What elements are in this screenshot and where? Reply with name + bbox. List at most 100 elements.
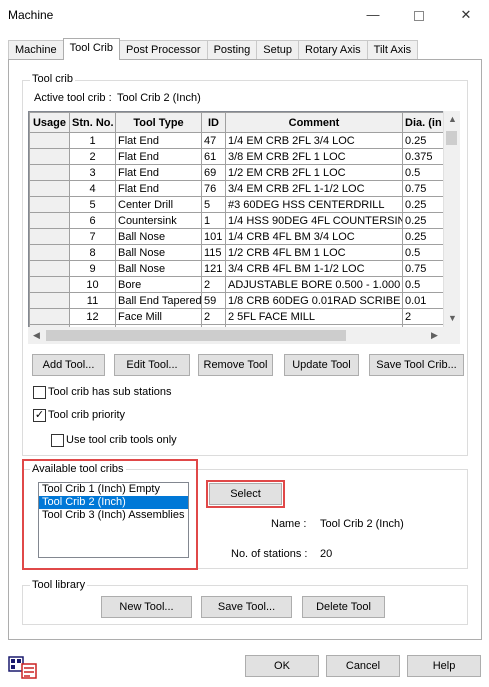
cell-usage[interactable] bbox=[29, 276, 70, 293]
table-row[interactable]: 11 Ball End Tapered 59 1/8 CRB 60DEG 0.01RA… bbox=[29, 292, 459, 309]
cell-comment[interactable]: 1/4 EM CRB 2FL 3/4 LOC bbox=[225, 132, 403, 149]
new-tool-button[interactable]: New Tool... bbox=[101, 596, 192, 618]
cell-id[interactable]: 61 bbox=[201, 148, 226, 165]
table-row[interactable]: 4 Flat End 76 3/4 EM CRB 2FL 1-1/2 LOC 0.75 bbox=[29, 180, 459, 197]
column-header-station[interactable]: Stn. No. bbox=[69, 112, 116, 133]
cell-id[interactable]: 115 bbox=[201, 244, 226, 261]
cell-id[interactable]: 59 bbox=[201, 292, 226, 309]
cell-comment[interactable]: 1/2 CRB 4FL BM 1 LOC bbox=[225, 244, 403, 261]
edit-tool-button[interactable]: Edit Tool... bbox=[114, 354, 190, 376]
cell-station[interactable]: 7 bbox=[69, 228, 116, 245]
close-icon[interactable]: ✕ bbox=[451, 4, 481, 26]
scroll-down-icon[interactable]: ▼ bbox=[444, 310, 461, 327]
tab-post-processor[interactable]: Post Processor bbox=[118, 40, 208, 60]
cell-comment[interactable]: 3/8 EM CRB 2FL 1 LOC bbox=[225, 148, 403, 165]
save-tool-button[interactable]: Save Tool... bbox=[201, 596, 292, 618]
tab-rotary-axis[interactable]: Rotary Axis bbox=[298, 40, 368, 60]
cell-id[interactable]: 1 bbox=[201, 212, 226, 229]
table-row[interactable]: 9 Ball Nose 121 3/4 CRB 4FL BM 1-1/2 LOC 0.7… bbox=[29, 260, 459, 277]
column-header-comment[interactable]: Comment bbox=[225, 112, 403, 133]
cell-station[interactable]: 9 bbox=[69, 260, 116, 277]
tool-grid[interactable]: Usage Stn. No. Tool Type ID Comment Dia.… bbox=[28, 111, 460, 343]
cell-comment[interactable]: 1/4 CRB 4FL BM 3/4 LOC bbox=[225, 228, 403, 245]
cell-station[interactable]: 2 bbox=[69, 148, 116, 165]
cell-usage[interactable] bbox=[29, 260, 70, 277]
use-crib-tools-only-checkbox[interactable] bbox=[51, 434, 64, 447]
cell-station[interactable]: 8 bbox=[69, 244, 116, 261]
cell-id[interactable]: 76 bbox=[201, 180, 226, 197]
cancel-button[interactable]: Cancel bbox=[326, 655, 400, 677]
tab-tool-crib[interactable]: Tool Crib bbox=[62, 38, 120, 60]
table-row[interactable]: 5 Center Drill 5 #3 60DEG HSS CENTERDRILL 0.… bbox=[29, 196, 459, 213]
cell-id[interactable]: 2 bbox=[201, 276, 226, 293]
cell-tool-type[interactable]: Ball Nose bbox=[115, 260, 202, 277]
cell-usage[interactable] bbox=[29, 308, 70, 325]
cell-comment[interactable]: 3/4 EM CRB 2FL 1-1/2 LOC bbox=[225, 180, 403, 197]
tab-tilt-axis[interactable]: Tilt Axis bbox=[366, 40, 419, 60]
update-tool-button[interactable]: Update Tool bbox=[284, 354, 359, 376]
table-row[interactable]: 1 Flat End 47 1/4 EM CRB 2FL 3/4 LOC 0.25 bbox=[29, 132, 459, 149]
cell-tool-type[interactable]: Center Drill bbox=[115, 196, 202, 213]
cell-tool-type[interactable]: Ball Nose bbox=[115, 244, 202, 261]
cell-station[interactable]: 3 bbox=[69, 164, 116, 181]
cell-station[interactable]: 11 bbox=[69, 292, 116, 309]
cell-comment[interactable]: ADJUSTABLE BORE 0.500 - 1.000 bbox=[225, 276, 403, 293]
cell-station[interactable]: 12 bbox=[69, 308, 116, 325]
table-row[interactable]: 8 Ball Nose 115 1/2 CRB 4FL BM 1 LOC 0.5 bbox=[29, 244, 459, 261]
table-row[interactable]: 10 Bore 2 ADJUSTABLE BORE 0.500 - 1.000 0.5 bbox=[29, 276, 459, 293]
cell-comment[interactable]: 1/2 EM CRB 2FL 1 LOC bbox=[225, 164, 403, 181]
priority-checkbox[interactable]: ✓ bbox=[33, 409, 46, 422]
cell-comment[interactable]: #3 60DEG HSS CENTERDRILL bbox=[225, 196, 403, 213]
list-item-tool-crib-2[interactable]: Tool Crib 2 (Inch) bbox=[39, 496, 188, 509]
cell-comment[interactable]: 3/4 CRB 4FL BM 1-1/2 LOC bbox=[225, 260, 403, 277]
cell-usage[interactable] bbox=[29, 292, 70, 309]
sub-stations-checkbox[interactable] bbox=[33, 386, 46, 399]
table-row[interactable]: 12 Face Mill 2 2 5FL FACE MILL 2 bbox=[29, 308, 459, 325]
scroll-up-icon[interactable]: ▲ bbox=[444, 111, 461, 128]
add-tool-button[interactable]: Add Tool... bbox=[32, 354, 105, 376]
minimize-icon[interactable]: — bbox=[358, 4, 388, 26]
cell-usage[interactable] bbox=[29, 196, 70, 213]
table-row[interactable]: 6 Countersink 1 1/4 HSS 90DEG 4FL COUNTERSI… bbox=[29, 212, 459, 229]
cell-tool-type[interactable]: Flat End bbox=[115, 132, 202, 149]
remove-tool-button[interactable]: Remove Tool bbox=[198, 354, 273, 376]
cell-id[interactable]: 101 bbox=[201, 228, 226, 245]
horizontal-scroll-thumb[interactable] bbox=[46, 330, 346, 341]
cell-comment[interactable]: 1/8 CRB 60DEG 0.01RAD SCRIBE bbox=[225, 292, 403, 309]
cell-station[interactable]: 4 bbox=[69, 180, 116, 197]
table-row[interactable]: 2 Flat End 61 3/8 EM CRB 2FL 1 LOC 0.375 bbox=[29, 148, 459, 165]
cell-usage[interactable] bbox=[29, 148, 70, 165]
tab-setup[interactable]: Setup bbox=[256, 40, 300, 60]
cell-station[interactable]: 1 bbox=[69, 132, 116, 149]
cell-tool-type[interactable]: Flat End bbox=[115, 164, 202, 181]
cell-comment[interactable]: 2 5FL FACE MILL bbox=[225, 308, 403, 325]
cell-id[interactable]: 5 bbox=[201, 196, 226, 213]
column-header-usage[interactable]: Usage bbox=[29, 112, 70, 133]
cell-id[interactable]: 47 bbox=[201, 132, 226, 149]
scroll-left-icon[interactable]: ◀ bbox=[28, 327, 45, 344]
table-row[interactable]: 3 Flat End 69 1/2 EM CRB 2FL 1 LOC 0.5 bbox=[29, 164, 459, 181]
help-button[interactable]: Help bbox=[407, 655, 481, 677]
cell-tool-type[interactable]: Face Mill bbox=[115, 308, 202, 325]
cell-station[interactable]: 6 bbox=[69, 212, 116, 229]
cell-usage[interactable] bbox=[29, 132, 70, 149]
maximize-icon[interactable] bbox=[404, 4, 434, 26]
column-header-tool-type[interactable]: Tool Type bbox=[115, 112, 202, 133]
cell-usage[interactable] bbox=[29, 244, 70, 261]
cell-tool-type[interactable]: Ball Nose bbox=[115, 228, 202, 245]
delete-tool-button[interactable]: Delete Tool bbox=[302, 596, 385, 618]
table-row[interactable]: 7 Ball Nose 101 1/4 CRB 4FL BM 3/4 LOC 0.25 bbox=[29, 228, 459, 245]
list-item-tool-crib-3[interactable]: Tool Crib 3 (Inch) Assemblies bbox=[39, 509, 188, 522]
cell-tool-type[interactable]: Countersink bbox=[115, 212, 202, 229]
cell-id[interactable]: 2 bbox=[201, 308, 226, 325]
available-tool-cribs-list[interactable]: Tool Crib 1 (Inch) Empty Tool Crib 2 (In… bbox=[38, 482, 189, 558]
cell-tool-type[interactable]: Ball End Tapered bbox=[115, 292, 202, 309]
cell-id[interactable]: 121 bbox=[201, 260, 226, 277]
cell-tool-type[interactable]: Flat End bbox=[115, 180, 202, 197]
cell-comment[interactable]: 1/4 HSS 90DEG 4FL COUNTERSINK bbox=[225, 212, 403, 229]
ok-button[interactable]: OK bbox=[245, 655, 319, 677]
cell-id[interactable]: 69 bbox=[201, 164, 226, 181]
vertical-scroll-thumb[interactable] bbox=[446, 131, 457, 145]
cell-usage[interactable] bbox=[29, 212, 70, 229]
cell-usage[interactable] bbox=[29, 180, 70, 197]
